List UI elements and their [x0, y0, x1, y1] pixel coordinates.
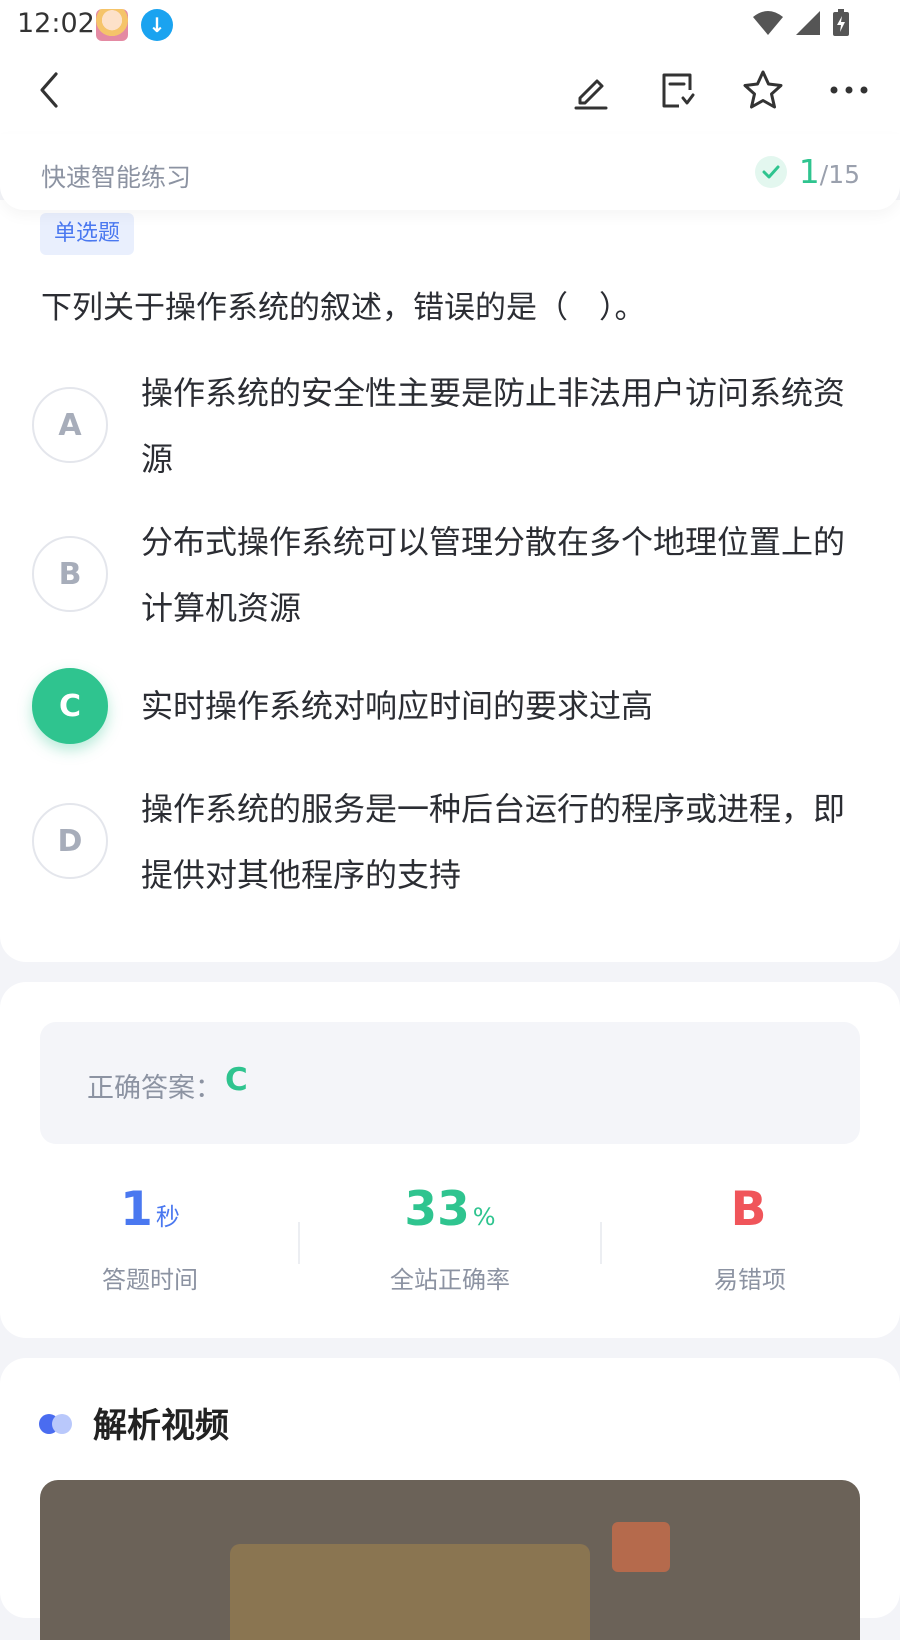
stat-value: B: [730, 1182, 767, 1237]
section-dot-icon: [52, 1414, 72, 1434]
stat-accuracy: 33% 全站正确率: [300, 1182, 600, 1295]
option-text: 实时操作系统对响应时间的要求过高: [141, 687, 654, 725]
more-button[interactable]: [824, 65, 874, 115]
pencil-icon: [574, 79, 608, 110]
progress-total: /15: [819, 160, 860, 189]
correct-answer-box: 正确答案： C: [40, 1022, 860, 1144]
more-horizontal-icon: [830, 86, 868, 94]
wifi-icon: [752, 11, 783, 35]
note-button[interactable]: [652, 65, 702, 115]
top-toolbar: [0, 50, 900, 134]
question-type-badge: 单选题: [40, 213, 135, 255]
option-a[interactable]: A 操作系统的安全性主要是防止非法用户访问系统资源: [0, 360, 900, 490]
note-icon: [662, 73, 695, 108]
option-letter: A: [32, 387, 108, 463]
option-b[interactable]: B 分布式操作系统可以管理分散在多个地理位置上的计算机资源: [0, 509, 900, 639]
edit-button[interactable]: [566, 65, 616, 115]
download-icon: ↓: [141, 9, 173, 41]
question-card: 单选题 下列关于操作系统的叙述，错误的是（ ）。 A 操作系统的安全性主要是防止…: [0, 200, 900, 962]
option-d[interactable]: D 操作系统的服务是一种后台运行的程序或进程，即提供对其他程序的支持: [0, 776, 900, 906]
stat-label: 答题时间: [102, 1266, 198, 1294]
battery-icon: [833, 9, 849, 36]
stat-unit: 秒: [155, 1203, 180, 1231]
status-bar: 12:02 ↓: [0, 0, 900, 50]
stat-unit: %: [472, 1203, 496, 1231]
stat-label: 全站正确率: [390, 1266, 510, 1294]
correct-answer-label: 正确答案：: [87, 1073, 222, 1104]
signal-icon: [795, 11, 820, 35]
thumbnail-window-graphic: [230, 1544, 590, 1640]
progress-current: 1: [798, 152, 820, 191]
stat-common-mistake: B 易错项: [600, 1182, 900, 1295]
stat-answer-time: 1秒 答题时间: [0, 1182, 300, 1295]
chart-icon: [612, 1522, 670, 1572]
practice-title: 快速智能练习: [41, 163, 192, 192]
avatar-icon: [96, 9, 128, 41]
option-text: 操作系统的服务是一种后台运行的程序或进程，即提供对其他程序的支持: [141, 790, 846, 894]
stat-label: 易错项: [714, 1266, 786, 1294]
question-progress[interactable]: 1 /15: [754, 152, 860, 191]
video-thumbnail[interactable]: [40, 1480, 860, 1640]
option-text: 分布式操作系统可以管理分散在多个地理位置上的计算机资源: [141, 523, 846, 627]
option-letter: D: [32, 803, 108, 879]
option-c[interactable]: C 实时操作系统对响应时间的要求过高: [0, 668, 900, 744]
status-time: 12:02: [17, 8, 95, 39]
question-text: 下列关于操作系统的叙述，错误的是（ ）。: [41, 290, 646, 326]
correct-answer-value: C: [225, 1062, 248, 1098]
option-letter: B: [32, 536, 108, 612]
chevron-left-icon: [40, 72, 58, 108]
favorite-button[interactable]: [738, 65, 788, 115]
check-icon: [754, 155, 787, 188]
option-text: 操作系统的安全性主要是防止非法用户访问系统资源: [141, 374, 846, 478]
status-icons: [748, 8, 852, 38]
stat-value: 1: [120, 1182, 153, 1237]
back-button[interactable]: [24, 65, 74, 115]
option-letter-selected: C: [32, 668, 108, 744]
practice-header: 快速智能练习 1 /15: [0, 134, 900, 210]
answer-card: 正确答案： C 1秒 答题时间 33% 全站正确率 B 易错项: [0, 982, 900, 1338]
star-icon: [743, 70, 783, 109]
section-title: 解析视频: [93, 1406, 229, 1446]
stat-value: 33: [404, 1182, 470, 1237]
analysis-video-section: 解析视频: [0, 1358, 900, 1640]
